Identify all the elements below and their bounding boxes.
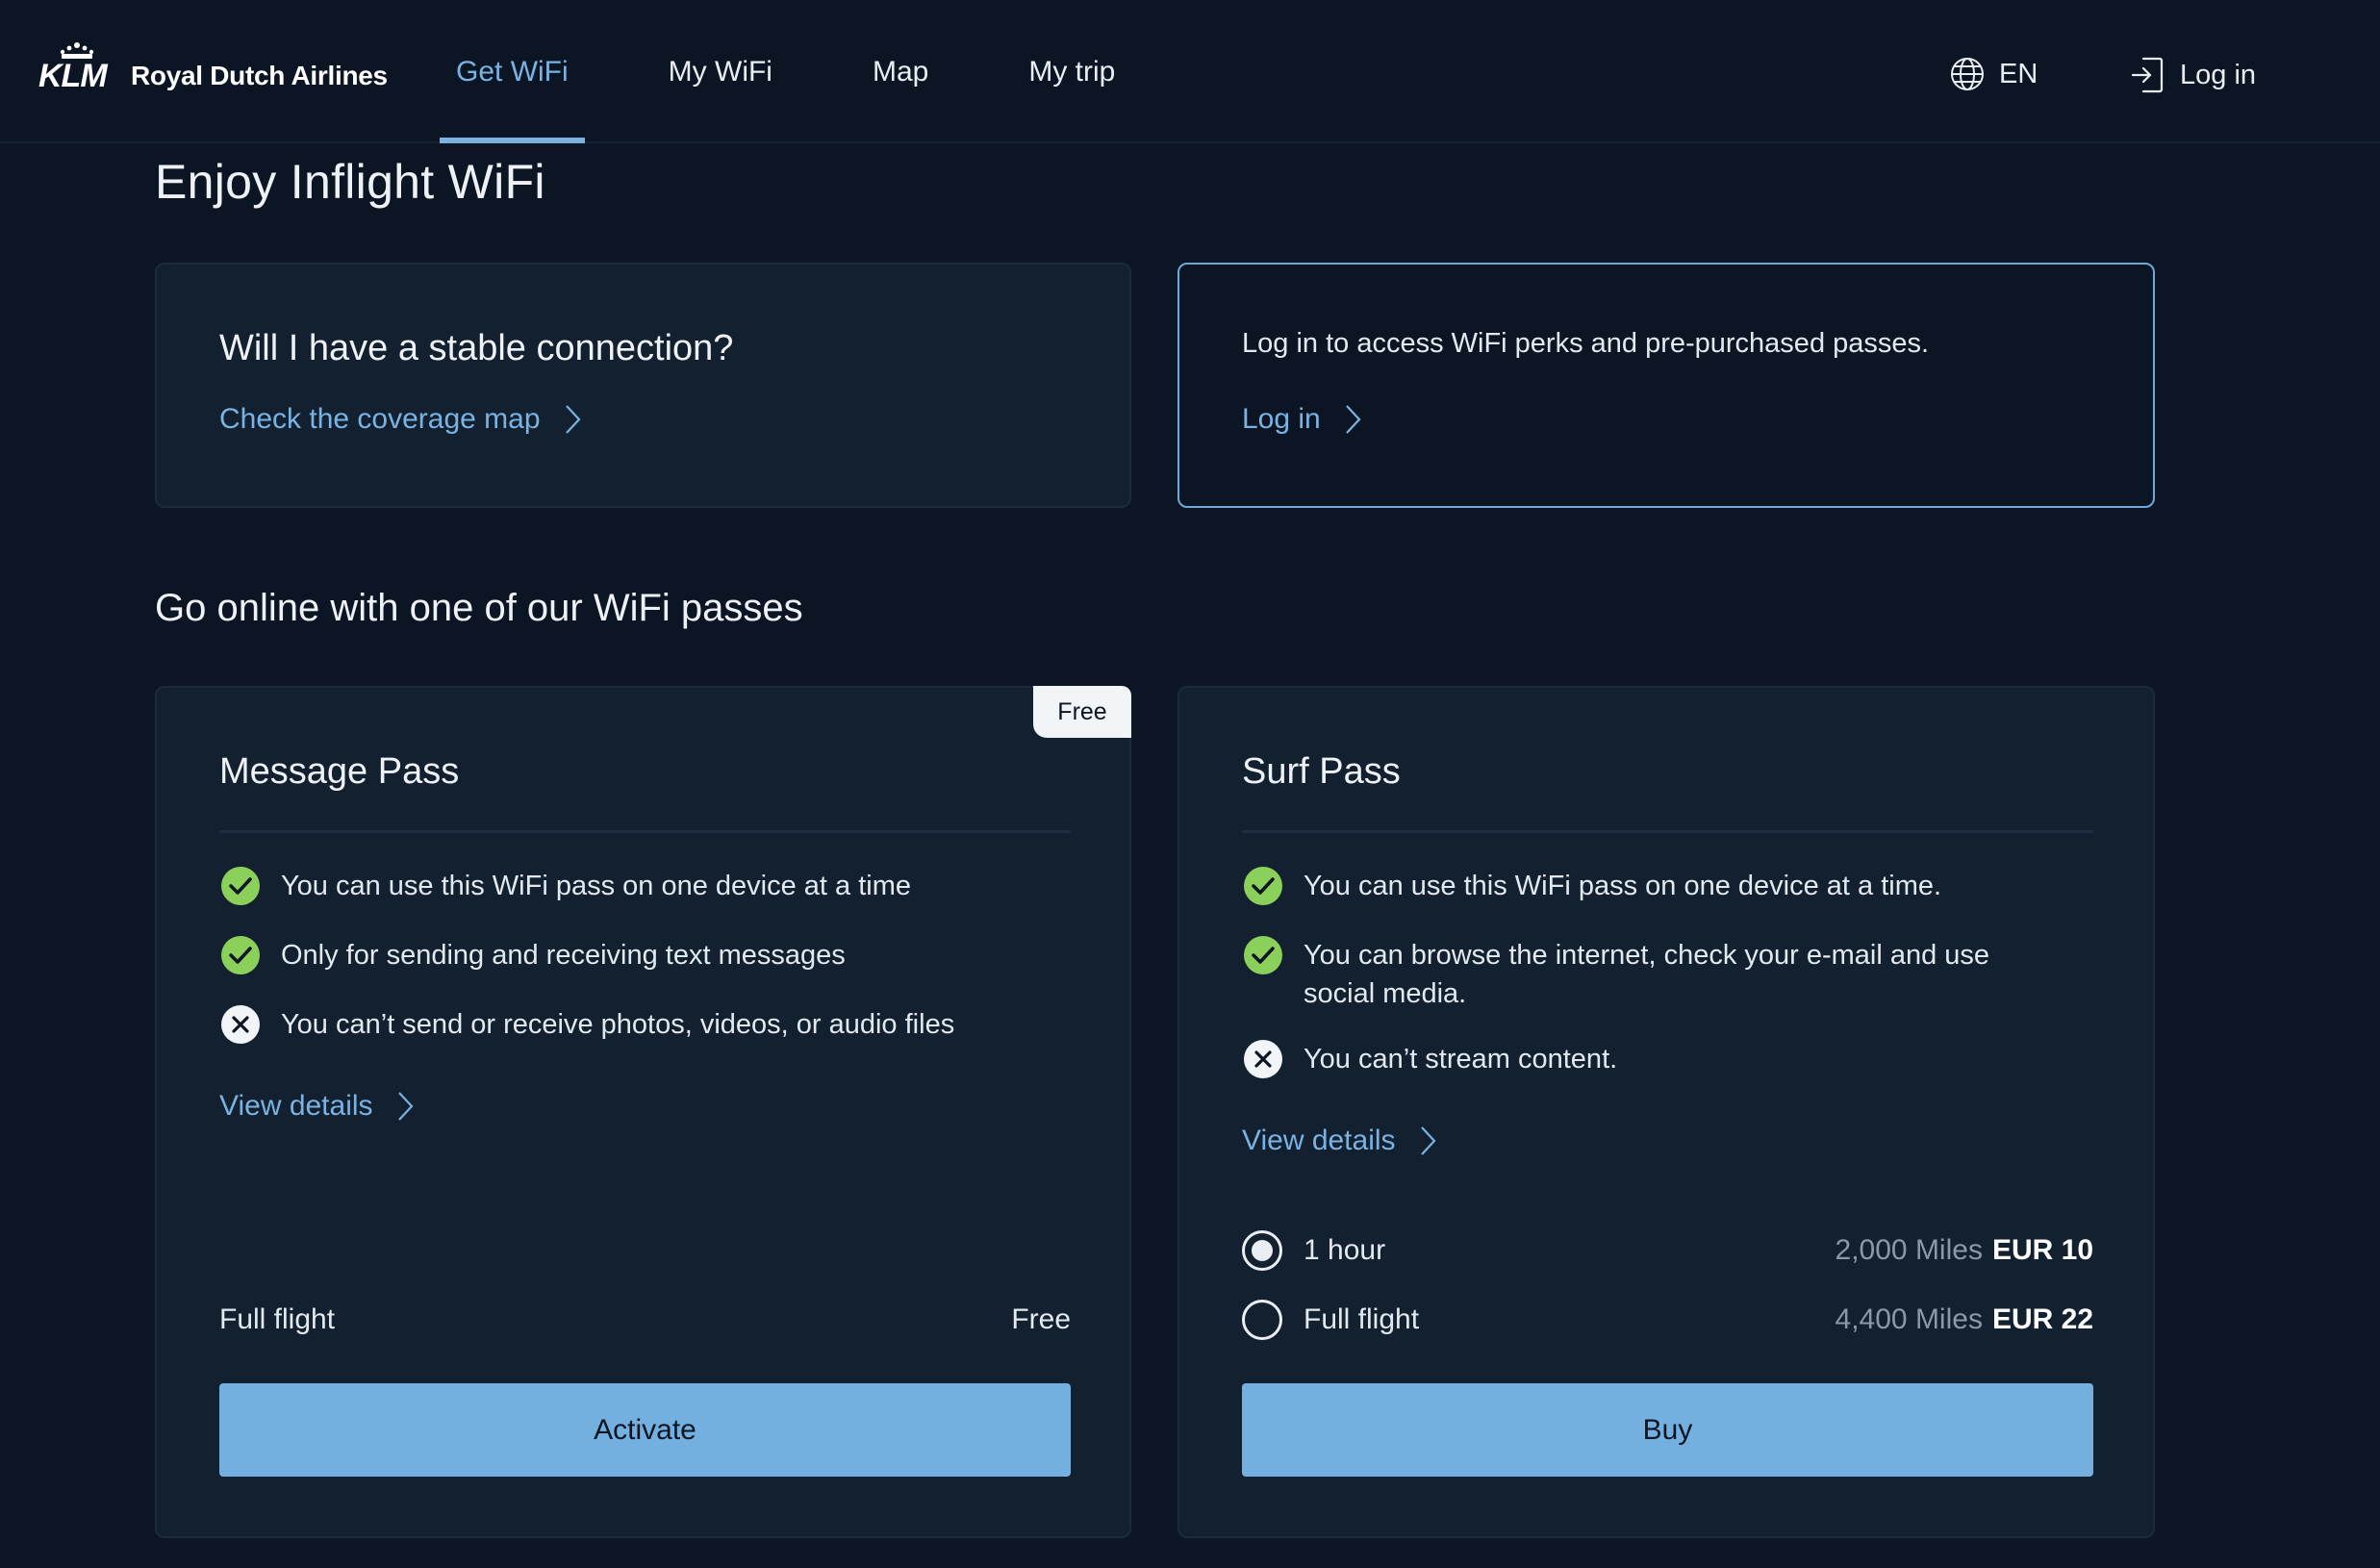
- radio-option[interactable]: 1 hour: [1242, 1230, 1385, 1271]
- free-badge: Free: [1033, 686, 1131, 738]
- option-price: 2,000 Miles EUR 10: [1836, 1234, 2093, 1267]
- surf-pass-feature: You can use this WiFi pass on one device…: [1242, 867, 2093, 907]
- chevron-right-icon: [1420, 1126, 1436, 1155]
- feature-text: You can’t stream content.: [1304, 1044, 1618, 1075]
- airline-name: Royal Dutch Airlines: [131, 61, 388, 90]
- coverage-card: Will I have a stable connection? Check t…: [155, 263, 1131, 508]
- login-perks-link-label: Log in: [1242, 403, 1321, 435]
- surf-pass-title: Surf Pass: [1242, 751, 1401, 792]
- language-selector[interactable]: EN: [1949, 56, 2038, 92]
- feature-text: Only for sending and receiving text mess…: [281, 940, 846, 971]
- feature-text: You can use this WiFi pass on one device…: [1304, 871, 1942, 901]
- surf-pass-option-1-hour[interactable]: 1 hour 2,000 Miles EUR 10: [1242, 1230, 2093, 1271]
- header-login-label: Log in: [2180, 59, 2257, 90]
- nav-tab-my-wifi[interactable]: My WiFi: [652, 0, 789, 143]
- buy-button[interactable]: Buy: [1242, 1383, 2093, 1477]
- cross-icon: [1244, 1040, 1282, 1078]
- message-pass-duration: Full flight: [219, 1303, 336, 1335]
- globe-icon: [1951, 58, 1984, 90]
- check-icon: [1244, 867, 1282, 905]
- message-pass-price: Free: [1011, 1303, 1071, 1335]
- nav-tab-get-wifi[interactable]: Get WiFi: [440, 0, 585, 143]
- klm-logo[interactable]: KLM Royal Dutch Airlines: [38, 42, 388, 92]
- message-pass-divider: [219, 830, 1071, 833]
- message-pass-price-row: Full flight Free: [219, 1303, 1071, 1336]
- message-pass-feature: You can use this WiFi pass on one device…: [219, 867, 1071, 907]
- top-navigation-bar: KLM Royal Dutch Airlines Get WiFi My WiF…: [0, 0, 2380, 143]
- option-label: 1 hour: [1304, 1234, 1386, 1266]
- main-nav: Get WiFi My WiFi Map My trip: [440, 0, 1199, 143]
- radio-option[interactable]: Full flight: [1242, 1300, 1419, 1340]
- message-pass-feature: You can’t send or receive photos, videos…: [219, 1005, 1071, 1046]
- option-miles: 2,000 Miles: [1835, 1234, 1983, 1266]
- radio-unselected-icon[interactable]: [1242, 1300, 1282, 1340]
- surf-pass-feature: You can’t stream content.: [1242, 1040, 2093, 1080]
- check-icon: [221, 936, 260, 974]
- option-label: Full flight: [1304, 1303, 1420, 1335]
- nav-tab-my-trip[interactable]: My trip: [1012, 0, 1131, 143]
- surf-pass-feature: You can browse the internet, check your …: [1242, 936, 2040, 1013]
- message-pass-title: Message Pass: [219, 751, 460, 792]
- feature-text: You can use this WiFi pass on one device…: [281, 871, 912, 901]
- message-pass-card: Free Message Pass You can use this WiFi …: [155, 686, 1131, 1538]
- nav-tab-map[interactable]: Map: [856, 0, 945, 143]
- login-perks-text: Log in to access WiFi perks and pre-purc…: [1242, 328, 1930, 359]
- view-details-label: View details: [1242, 1125, 1396, 1156]
- login-perks-card: Log in to access WiFi perks and pre-purc…: [1177, 263, 2155, 508]
- surf-pass-divider: [1242, 830, 2093, 833]
- page-title: Enjoy Inflight WiFi: [155, 155, 545, 209]
- view-details-label: View details: [219, 1090, 373, 1122]
- activate-button[interactable]: Activate: [219, 1383, 1071, 1477]
- login-icon: [2131, 57, 2164, 93]
- cross-icon: [221, 1005, 260, 1044]
- chevron-right-icon: [397, 1092, 414, 1121]
- check-icon: [1244, 936, 1282, 974]
- option-price: 4,400 Miles EUR 22: [1836, 1303, 2093, 1336]
- feature-text: You can’t send or receive photos, videos…: [281, 1009, 955, 1040]
- coverage-map-link[interactable]: Check the coverage map: [219, 403, 581, 436]
- feature-text: You can browse the internet, check your …: [1304, 940, 1990, 1009]
- surf-pass-view-details-link[interactable]: View details: [1242, 1125, 1436, 1157]
- check-icon: [221, 867, 260, 905]
- radio-selected-icon[interactable]: [1242, 1230, 1282, 1271]
- message-pass-feature: Only for sending and receiving text mess…: [219, 936, 1071, 976]
- option-miles: 4,400 Miles: [1835, 1303, 1983, 1335]
- message-pass-view-details-link[interactable]: View details: [219, 1090, 414, 1123]
- coverage-map-link-label: Check the coverage map: [219, 403, 541, 435]
- klm-logo-mark: KLM: [38, 42, 115, 92]
- option-eur-price: EUR 22: [1991, 1303, 2093, 1335]
- header-login-button[interactable]: Log in: [2130, 56, 2256, 94]
- surf-pass-card: Surf Pass You can use this WiFi pass on …: [1177, 686, 2155, 1538]
- option-eur-price: EUR 10: [1991, 1234, 2093, 1266]
- chevron-right-icon: [565, 405, 581, 434]
- passes-section-title: Go online with one of our WiFi passes: [155, 587, 803, 629]
- language-label: EN: [1999, 58, 2038, 89]
- chevron-right-icon: [1345, 405, 1361, 434]
- coverage-heading: Will I have a stable connection?: [219, 328, 734, 368]
- surf-pass-option-full-flight[interactable]: Full flight 4,400 Miles EUR 22: [1242, 1300, 2093, 1340]
- klm-wordmark: KLM: [38, 58, 108, 94]
- login-perks-link[interactable]: Log in: [1242, 403, 1361, 436]
